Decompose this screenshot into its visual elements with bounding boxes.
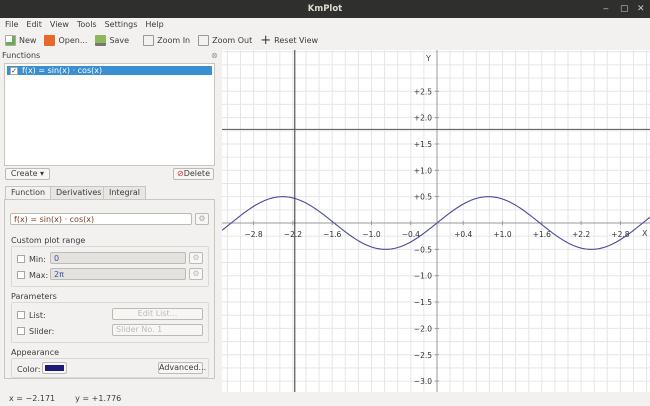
equation-editor-button[interactable]: ⚙ bbox=[195, 213, 209, 225]
list-label: List: bbox=[29, 311, 46, 320]
color-swatch bbox=[45, 365, 64, 371]
parameters-heading: Parameters bbox=[11, 292, 57, 301]
zoom-out-label: Zoom Out bbox=[212, 36, 253, 45]
list-checkbox[interactable] bbox=[17, 311, 25, 319]
equation-input[interactable]: f(x) = sin(x) · cos(x) bbox=[10, 213, 192, 225]
plot-area[interactable]: X Y −2.8 −2.2 −1.6 −1.0 −0.4 +0.4 +1.0 +1.6 +2.2 +2… bbox=[213, 38, 650, 395]
x-tick-label: −1.6 bbox=[323, 230, 341, 239]
function-plot[interactable]: XY−2.8 −2.2 −1.6 −1.0 −0.4 +0.4 +1.0 +1.6 +2.2 +2… bbox=[213, 38, 650, 395]
crosshair-icon: + bbox=[260, 32, 272, 48]
delete-button[interactable]: ⊘Delete bbox=[173, 168, 214, 180]
y-tick-label: −2.5 bbox=[414, 351, 432, 360]
maximize-button[interactable]: ▢ bbox=[620, 0, 629, 18]
slider-select[interactable]: Slider No. 1 bbox=[112, 324, 203, 336]
x-tick-label: +2.2 bbox=[572, 230, 590, 239]
max-checkbox[interactable] bbox=[17, 271, 25, 279]
function-list-item[interactable]: ✓ f(x) = sin(x) · cos(x) bbox=[7, 66, 212, 75]
min-checkbox[interactable] bbox=[17, 255, 25, 263]
slider-label: Slider: bbox=[29, 327, 55, 336]
x-tick-label: +1.6 bbox=[533, 230, 551, 239]
zoom-out-icon bbox=[198, 35, 210, 46]
folder-icon bbox=[44, 35, 56, 46]
create-button[interactable]: Create ▾ bbox=[5, 168, 50, 180]
status-bar: x = −2.171 y = +1.776 bbox=[0, 392, 650, 406]
y-tick-label: +1.0 bbox=[414, 166, 432, 175]
y-tick-label: −2.0 bbox=[414, 324, 432, 333]
open-label: Open... bbox=[58, 36, 88, 45]
tab-derivatives[interactable]: Derivatives bbox=[50, 186, 108, 199]
edit-list-button[interactable]: Edit List... bbox=[112, 308, 203, 320]
slider-select-value: Slider No. 1 bbox=[116, 325, 163, 334]
menu-view[interactable]: View bbox=[50, 18, 69, 31]
x-tick-label: −2.2 bbox=[284, 230, 302, 239]
zoom-in-icon bbox=[143, 35, 155, 46]
y-tick-label: +2.5 bbox=[414, 87, 432, 96]
zoom-in-button[interactable]: Zoom In bbox=[143, 35, 190, 46]
color-button[interactable] bbox=[42, 362, 67, 374]
create-label: Create bbox=[10, 169, 38, 178]
max-editor-button[interactable]: ⚙ bbox=[189, 268, 203, 280]
min-editor-button[interactable]: ⚙ bbox=[189, 252, 203, 264]
tab-function[interactable]: Function bbox=[5, 186, 52, 199]
window-title: KmPlot bbox=[307, 4, 343, 14]
x-tick-label: −1.0 bbox=[362, 230, 380, 239]
y-tick-label: +1.5 bbox=[414, 140, 432, 149]
x-tick-label: +2.8 bbox=[611, 230, 629, 239]
slider-checkbox[interactable] bbox=[17, 327, 25, 335]
panel-close-icon[interactable]: ⊗ bbox=[211, 51, 218, 60]
advanced-button[interactable]: Advanced... bbox=[158, 362, 206, 374]
new-file-icon bbox=[5, 35, 16, 46]
new-label: New bbox=[19, 36, 37, 45]
y-tick-label: −0.5 bbox=[414, 245, 432, 254]
function-tab-body: f(x) = sin(x) · cos(x) ⚙ Custom plot ran… bbox=[4, 199, 215, 379]
x-tick-label: +0.4 bbox=[454, 230, 472, 239]
close-button[interactable]: ✕ bbox=[637, 0, 645, 18]
menu-edit[interactable]: Edit bbox=[26, 18, 42, 31]
y-tick-label: −1.5 bbox=[414, 298, 432, 307]
toolbar: New Open... Save Zoom In Zoom Out + Reset… bbox=[0, 31, 650, 50]
y-tick-label: −3.0 bbox=[414, 377, 432, 386]
reset-view-button[interactable]: + Reset View bbox=[260, 32, 319, 48]
max-label: Max: bbox=[29, 271, 49, 280]
zoom-out-button[interactable]: Zoom Out bbox=[198, 35, 252, 46]
color-label: Color: bbox=[17, 365, 41, 374]
y-tick-label: +0.5 bbox=[414, 193, 432, 202]
save-button[interactable]: Save bbox=[95, 35, 129, 46]
menu-settings[interactable]: Settings bbox=[105, 18, 138, 31]
minimize-button[interactable]: ‒ bbox=[603, 0, 609, 18]
open-button[interactable]: Open... bbox=[44, 35, 87, 46]
title-bar: KmPlot ‒ ▢ ✕ bbox=[0, 0, 650, 18]
reset-view-label: Reset View bbox=[274, 36, 319, 45]
min-input[interactable]: 0 bbox=[50, 252, 186, 264]
save-icon bbox=[95, 35, 107, 46]
functions-list[interactable]: ✓ f(x) = sin(x) · cos(x) bbox=[4, 63, 215, 166]
save-label: Save bbox=[109, 36, 130, 45]
delete-icon: ⊘ bbox=[177, 169, 184, 178]
tab-integral[interactable]: Integral bbox=[103, 186, 146, 199]
y-tick-label: −1.0 bbox=[414, 272, 432, 281]
status-y: y = +1.776 bbox=[75, 394, 122, 403]
x-tick-label: +1.0 bbox=[493, 230, 511, 239]
menu-tools[interactable]: Tools bbox=[77, 18, 97, 31]
menu-file[interactable]: File bbox=[5, 18, 18, 31]
function-checkbox[interactable]: ✓ bbox=[10, 66, 18, 75]
x-tick-label: −2.8 bbox=[244, 230, 262, 239]
custom-plot-range-heading: Custom plot range bbox=[11, 236, 86, 245]
y-tick-label: +2.0 bbox=[414, 114, 432, 123]
delete-label: Delete bbox=[183, 169, 210, 178]
y-axis-label: Y bbox=[425, 54, 431, 63]
function-label: f(x) = sin(x) · cos(x) bbox=[22, 66, 103, 75]
x-axis-label: X bbox=[642, 229, 648, 238]
menu-help[interactable]: Help bbox=[145, 18, 163, 31]
functions-title: Functions bbox=[2, 51, 41, 60]
status-x: x = −2.171 bbox=[9, 394, 56, 403]
min-label: Min: bbox=[29, 255, 46, 264]
menu-bar: File Edit View Tools Settings Help bbox=[0, 18, 650, 31]
new-button[interactable]: New bbox=[5, 35, 36, 46]
zoom-in-label: Zoom In bbox=[157, 36, 191, 45]
max-input[interactable]: 2π bbox=[50, 268, 186, 280]
appearance-heading: Appearance bbox=[11, 348, 60, 357]
